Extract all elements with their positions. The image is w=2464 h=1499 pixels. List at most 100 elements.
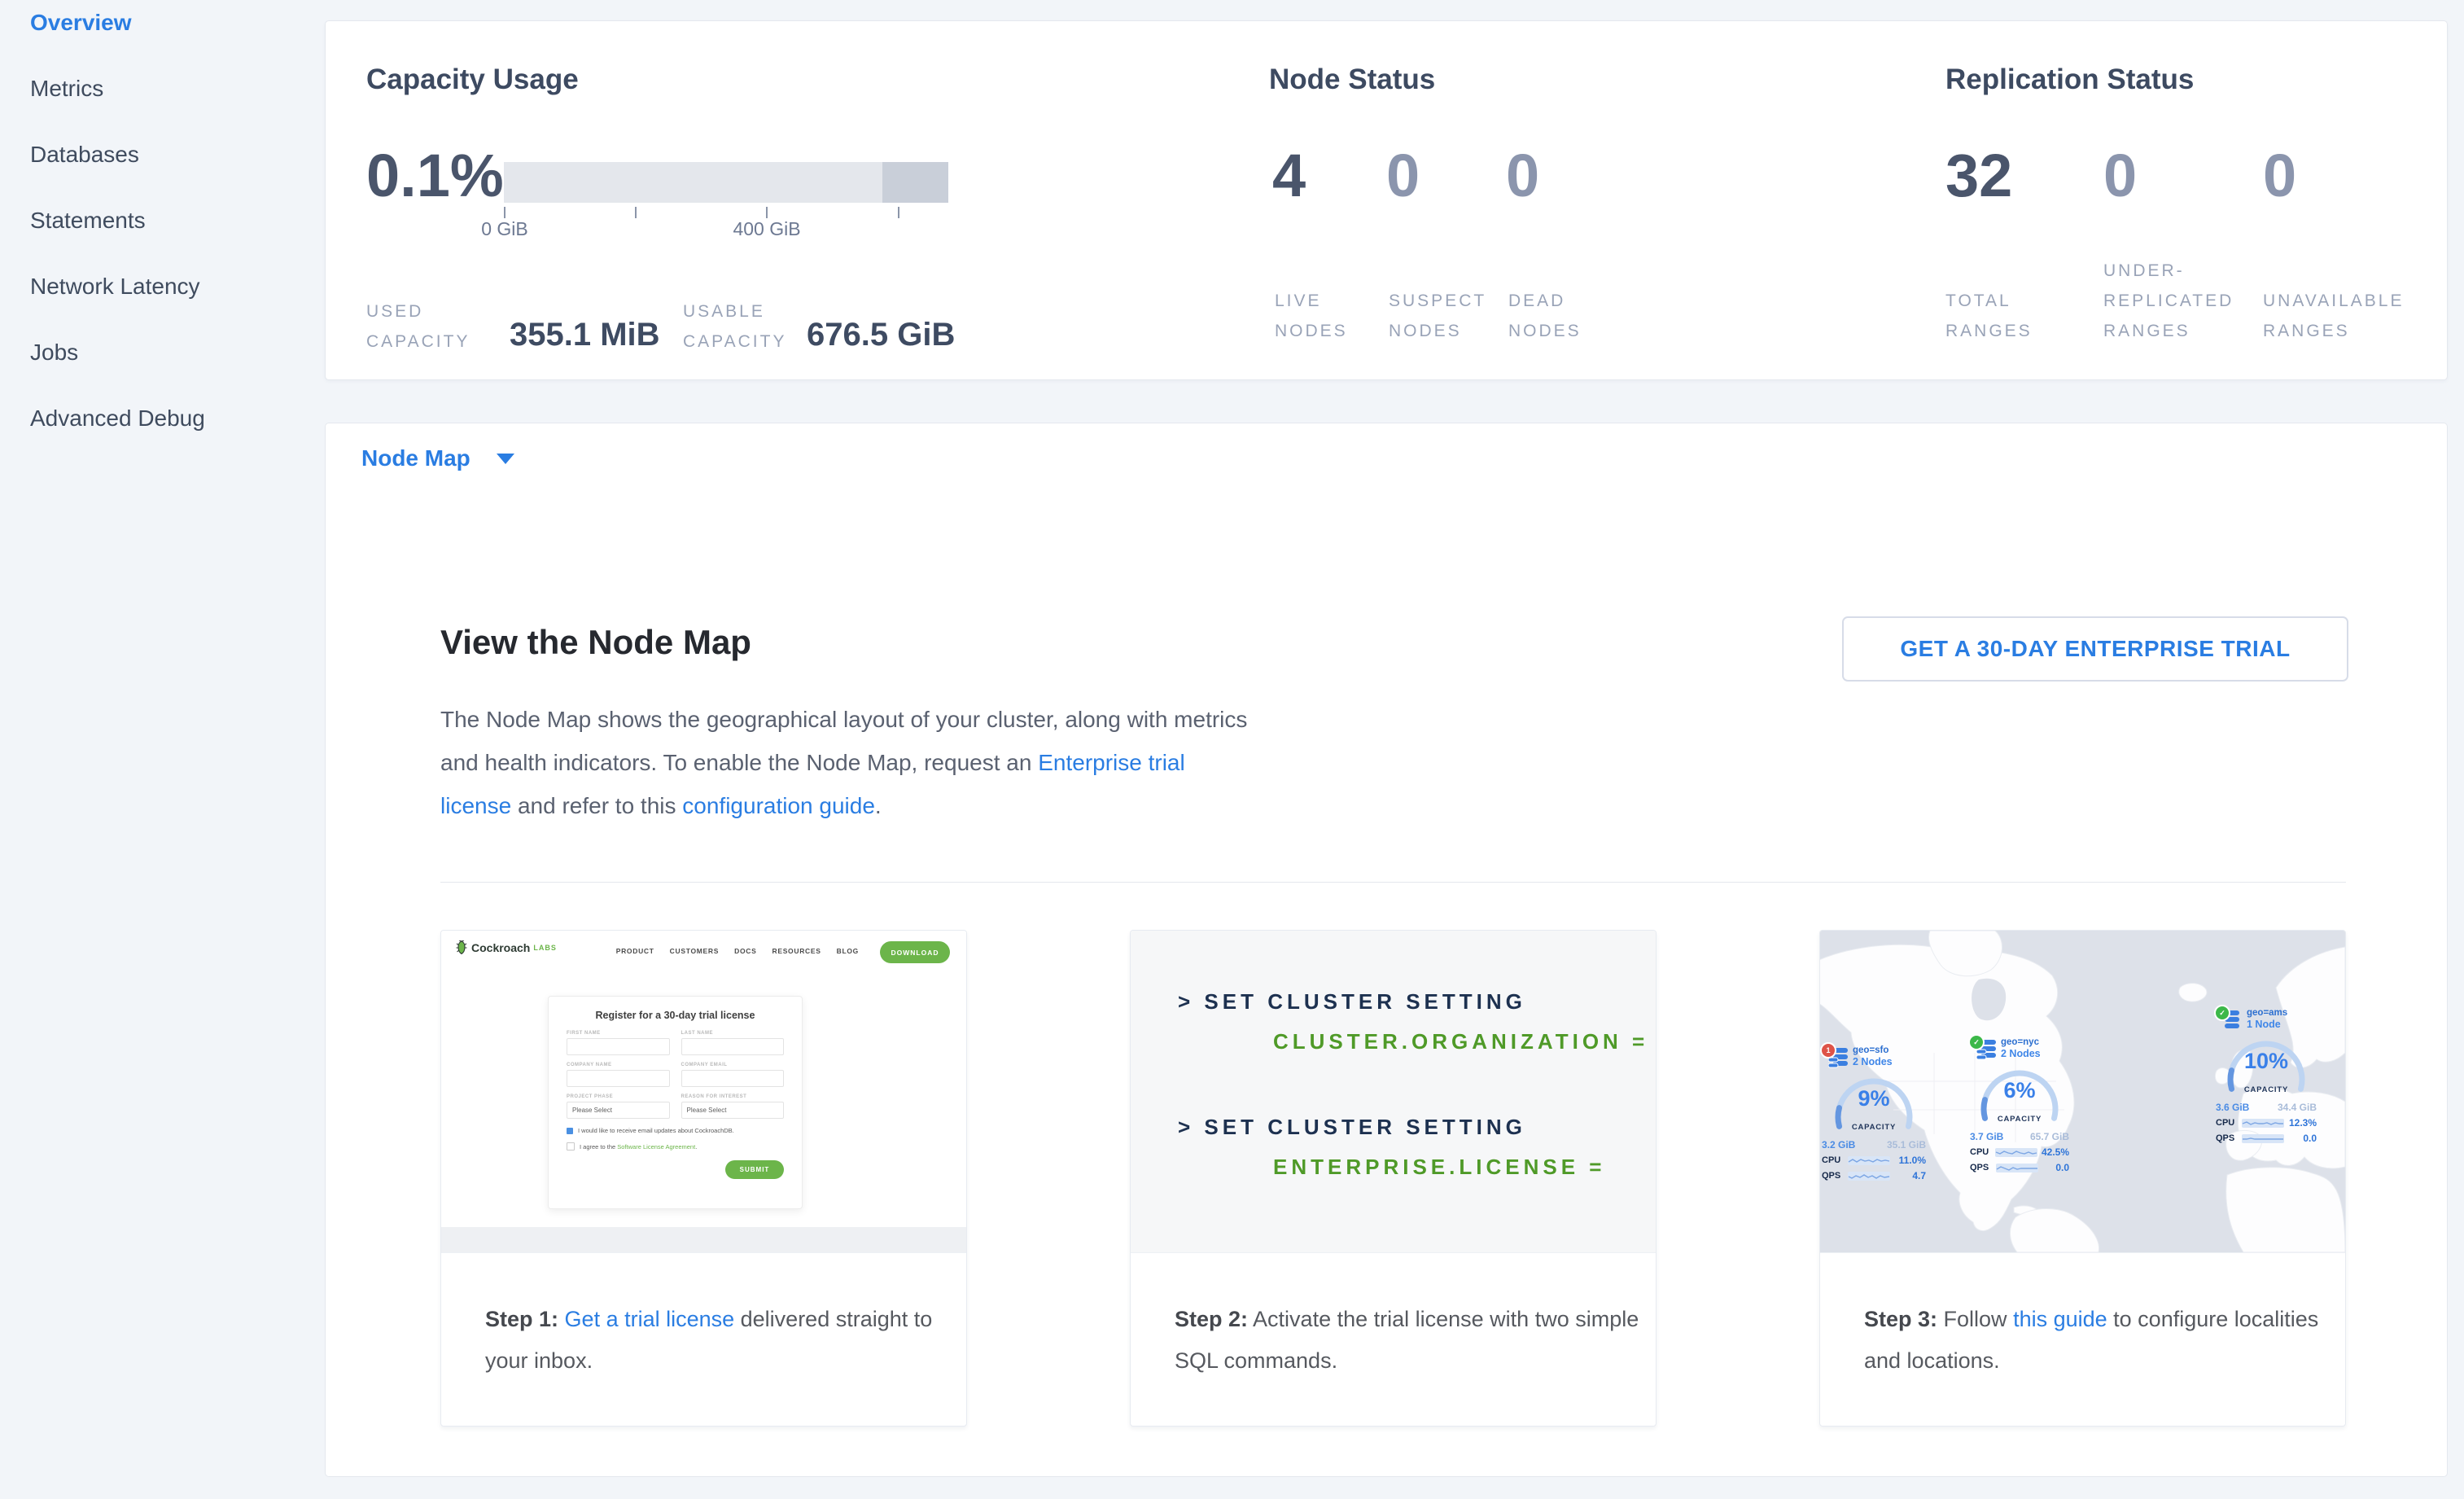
reason-select: Please Select [681,1102,785,1119]
first-name-field [567,1038,670,1055]
cpu-sparkline [1995,1148,2037,1157]
get-trial-license-link[interactable]: Get a trial license [565,1307,735,1331]
last-name-field [681,1038,785,1055]
step-1-caption: Step 1: Get a trial license delivered st… [441,1252,966,1426]
qps-sparkline [1848,1172,1890,1181]
cockroach-bug-icon [456,940,467,954]
step-label: Step 1: [485,1307,558,1331]
brand-name: Cockroach [471,941,530,954]
map-cluster-ams: ✓ geo=ams 1 Node 10% CAPACITY 3.6 GiB34.… [2216,1008,2317,1144]
download-button-thumbnail: DOWNLOAD [880,941,950,963]
capacity-label: CAPACITY [2225,1085,2307,1094]
capacity-usage-title: Capacity Usage [366,64,579,96]
sidebar: Overview Metrics Databases Statements Ne… [0,0,324,1499]
alert-badge-icon: 1 [1820,1042,1836,1059]
capacity-percent: 0.1% [366,145,504,207]
capacity-label: CAPACITY [1833,1123,1915,1132]
divider [440,882,2346,883]
axis-tick [635,207,637,218]
axis-tick [766,207,768,218]
nav-blog: BLOG [837,947,859,955]
brand-suffix: LABS [533,944,557,952]
qps-value: 0.0 [2303,1133,2317,1144]
locality-label: geo=ams [2247,1008,2317,1019]
step-label: Step 2: [1175,1307,1248,1331]
email-updates-checkbox-label: I would like to receive email updates ab… [578,1127,734,1134]
capacity-gauge: 10% CAPACITY [2225,1037,2307,1098]
sidebar-item-metrics[interactable]: Metrics [0,76,324,142]
total-value: 34.4 GiB [2278,1102,2317,1113]
qps-label: QPS [2216,1133,2238,1143]
sql-command-line: > SET CLUSTER SETTING [1178,1115,1656,1140]
used-capacity-label: USED CAPACITY [366,296,510,357]
node-map-info-panel: View the Node Map The Node Map shows the… [325,493,2448,1477]
checkbox-text: I agree to the [580,1143,617,1151]
get-enterprise-trial-button[interactable]: GET A 30-DAY ENTERPRISE TRIAL [1842,616,2348,682]
node-count-label: 2 Nodes [2001,1048,2069,1060]
node-count-label: 2 Nodes [1853,1056,1926,1068]
sidebar-item-databases[interactable]: Databases [0,142,324,208]
form-title: Register for a 30-day trial license [567,1010,784,1021]
sql-setting-line: ENTERPRISE.LICENSE = [1273,1155,1656,1180]
cpu-sparkline [1848,1156,1890,1165]
axis-label-zero: 0 GiB [440,218,570,240]
suspect-nodes-value: 0 [1386,145,1420,207]
healthy-badge-icon: ✓ [1968,1034,1985,1050]
sidebar-item-statements[interactable]: Statements [0,208,324,274]
axis-tick [504,207,505,218]
view-selector-bar: Node Map [325,423,2448,494]
sidebar-item-jobs[interactable]: Jobs [0,340,324,405]
total-value: 65.7 GiB [2030,1131,2069,1142]
capacity-stats: USED CAPACITY 355.1 MiB USABLE CAPACITY … [366,283,955,357]
qps-sparkline [2242,1134,2284,1143]
qps-value: 0.0 [2055,1162,2069,1173]
caption-text: Follow [1937,1307,2013,1331]
locality-label: geo=nyc [2001,1037,2069,1048]
capacity-percent: 6% [1979,1078,2060,1103]
this-guide-link[interactable]: this guide [2013,1307,2107,1331]
site-header: Cockroach LABS PRODUCT CUSTOMERS DOCS RE… [441,931,966,968]
site-nav: PRODUCT CUSTOMERS DOCS RESOURCES BLOG [616,947,859,955]
configuration-guide-link[interactable]: configuration guide [682,793,875,818]
sql-command-line: > SET CLUSTER SETTING [1178,931,1656,1015]
live-nodes-value: 4 [1272,145,1306,207]
locality-label: geo=sfo [1853,1045,1926,1056]
description-text: . [875,793,882,818]
step-label: Step 3: [1864,1307,1937,1331]
step-3-card: 1 geo=sfo 2 Nodes 9% CAPACITY 3.2 GiB35.… [1819,930,2346,1427]
sidebar-item-overview[interactable]: Overview [0,10,324,76]
cluster-summary-panel: Capacity Usage 0.1% 0 GiB 400 GiB USED C… [325,20,2448,380]
license-agreement-checkbox-label: I agree to the Software License Agreemen… [580,1143,697,1151]
dead-nodes-value: 0 [1506,145,1539,207]
node-map-thumbnail: 1 geo=sfo 2 Nodes 9% CAPACITY 3.2 GiB35.… [1820,931,2345,1252]
under-replicated-ranges-label: UNDER-REPLICATED RANGES [2103,256,2270,346]
used-capacity-value: 355.1 MiB [510,317,683,357]
total-value: 35.1 GiB [1887,1139,1926,1151]
cockroach-labs-logo: Cockroach LABS [456,940,557,954]
used-value: 3.6 GiB [2216,1102,2249,1113]
capacity-bar-segment [882,162,948,203]
capacity-gauge: 6% CAPACITY [1979,1067,2060,1127]
node-map-dropdown[interactable]: Node Map [361,445,470,471]
sql-commands-figure: > SET CLUSTER SETTING CLUSTER.ORGANIZATI… [1131,931,1656,1252]
map-cluster-sfo: 1 geo=sfo 2 Nodes 9% CAPACITY 3.2 GiB35.… [1822,1045,1926,1181]
nav-docs: DOCS [734,947,756,955]
page-title: View the Node Map [440,620,751,665]
capacity-percent: 10% [2225,1049,2307,1074]
company-name-field [567,1070,670,1087]
node-map-description: The Node Map shows the geographical layo… [440,698,1254,827]
nav-resources: RESOURCES [772,947,821,955]
nav-customers: CUSTOMERS [670,947,719,955]
first-name-label: FIRST NAME [567,1031,670,1036]
qps-value: 4.7 [1912,1170,1926,1181]
total-ranges-value: 32 [1945,145,2012,207]
sql-setting-line: CLUSTER.ORGANIZATION = [1273,1029,1656,1054]
chevron-down-icon[interactable] [497,454,514,464]
step-1-card: Cockroach LABS PRODUCT CUSTOMERS DOCS RE… [440,930,967,1427]
axis-tick [898,207,899,218]
cpu-value: 11.0% [1899,1155,1926,1166]
reason-label: REASON FOR INTEREST [681,1094,785,1099]
sidebar-item-advanced-debug[interactable]: Advanced Debug [0,405,324,471]
sidebar-item-network-latency[interactable]: Network Latency [0,274,324,340]
node-status-title: Node Status [1269,64,1435,96]
